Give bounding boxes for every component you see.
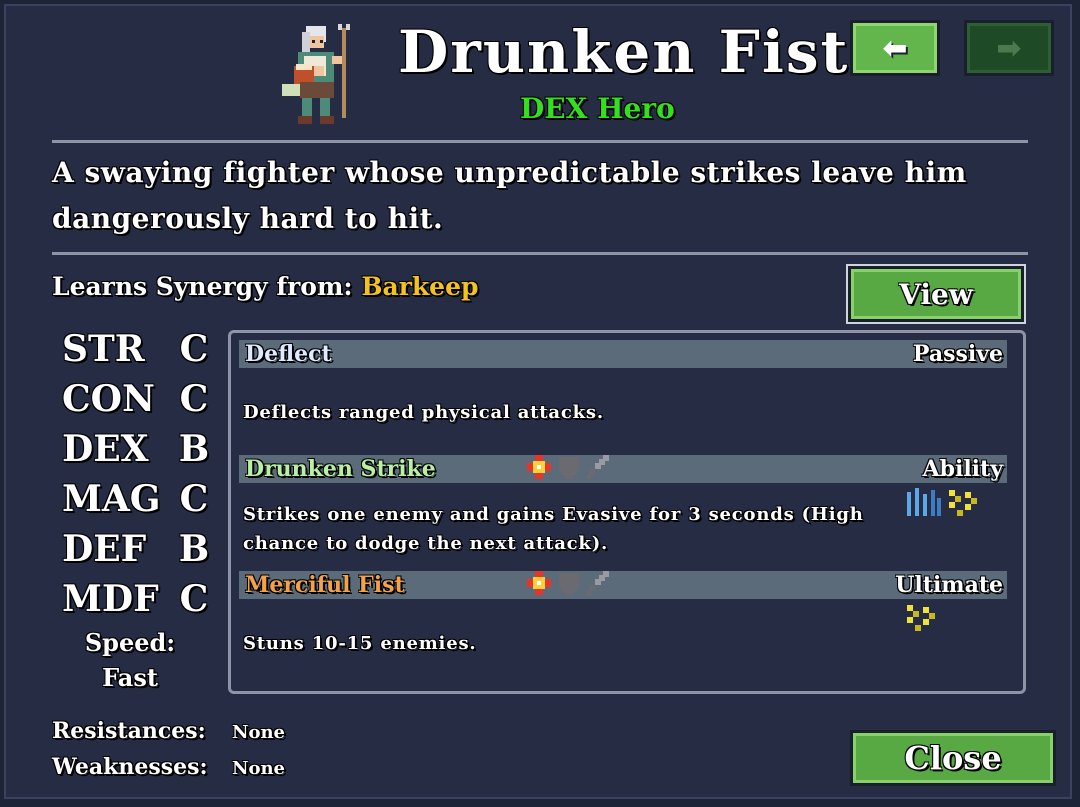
ability-tags (525, 451, 613, 483)
weaknesses-label: Weaknesses: (52, 754, 208, 780)
speed-label: Speed: (84, 628, 176, 657)
stat-name: CON (62, 378, 155, 420)
resistances-value: None (232, 722, 285, 743)
shield-icon (559, 457, 579, 479)
ability-name: Drunken Strike (245, 456, 436, 482)
stat-row: MDF C (62, 574, 212, 624)
ability-header: Deflect Passive (239, 340, 1007, 368)
next-hero-button[interactable]: ➡ (964, 20, 1054, 76)
ability-tags (525, 567, 613, 599)
stat-row: STR C (62, 324, 212, 374)
ability-type: Ultimate (895, 572, 1003, 598)
ability-description: Deflects ranged physical attacks. (243, 402, 604, 423)
sword-icon (587, 571, 609, 595)
synergy-label: Learns Synergy from: (52, 272, 353, 301)
stat-name: DEX (62, 428, 149, 470)
stat-grade: C (179, 378, 209, 420)
stat-row: MAG C (62, 474, 212, 524)
stun-icon (907, 605, 935, 631)
hero-portrait (282, 24, 350, 124)
status-effect-icons (905, 486, 981, 520)
burst-icon (527, 571, 551, 595)
view-synergy-button[interactable]: View (846, 264, 1026, 324)
stat-grade: B (178, 528, 210, 570)
synergy-line: Learns Synergy from: Barkeep (52, 272, 478, 301)
weaknesses-row: Weaknesses: None (52, 754, 285, 780)
close-button[interactable]: Close (850, 730, 1056, 786)
resistances-row: Resistances: None (52, 718, 285, 744)
stat-row: DEX B (62, 424, 212, 474)
divider (52, 252, 1028, 255)
ability-name: Merciful Fist (245, 572, 405, 598)
stun-icon (949, 490, 977, 516)
stats-list: STR C CON C DEX B MAG C DEF B MDF C (62, 324, 212, 624)
shield-icon (559, 573, 579, 595)
ability-description: Stuns 10-15 enemies. (243, 633, 477, 654)
burst-icon (527, 455, 551, 479)
abilities-panel: Deflect Passive Deflects ranged physical… (228, 330, 1026, 694)
stat-grade: C (179, 578, 209, 620)
ability-name: Deflect (245, 341, 332, 367)
ability-header: Merciful Fist Ultimate (239, 571, 1007, 599)
hero-name: Drunken Fist (398, 18, 850, 86)
stat-name: MDF (62, 578, 159, 620)
ability-type: Passive (912, 341, 1003, 367)
stat-row: CON C (62, 374, 212, 424)
status-effect-icons (903, 601, 939, 635)
sword-icon (587, 455, 609, 479)
divider (52, 140, 1028, 143)
ability-type: Ability (922, 456, 1003, 482)
previous-hero-button[interactable]: ⬅ (850, 20, 940, 76)
ability-description: Strikes one enemy and gains Evasive for … (243, 504, 864, 554)
stat-grade: C (179, 478, 209, 520)
stat-row: DEF B (62, 524, 212, 574)
weaknesses-value: None (232, 758, 285, 779)
hero-description: A swaying fighter whose unpredictable st… (52, 156, 967, 235)
evasive-icon (907, 488, 941, 516)
stat-grade: B (178, 428, 210, 470)
ability-header: Drunken Strike Ability (239, 455, 1007, 483)
arrow-left-icon: ⬅ (882, 30, 908, 66)
stat-name: STR (62, 328, 145, 370)
stat-name: MAG (62, 478, 161, 520)
hero-class: DEX Hero (520, 92, 675, 125)
resistances-label: Resistances: (52, 718, 206, 744)
stat-name: DEF (62, 528, 147, 570)
speed-value: Fast (102, 663, 158, 692)
synergy-source: Barkeep (361, 272, 479, 301)
arrow-right-icon: ➡ (996, 30, 1022, 66)
stat-grade: C (179, 328, 209, 370)
